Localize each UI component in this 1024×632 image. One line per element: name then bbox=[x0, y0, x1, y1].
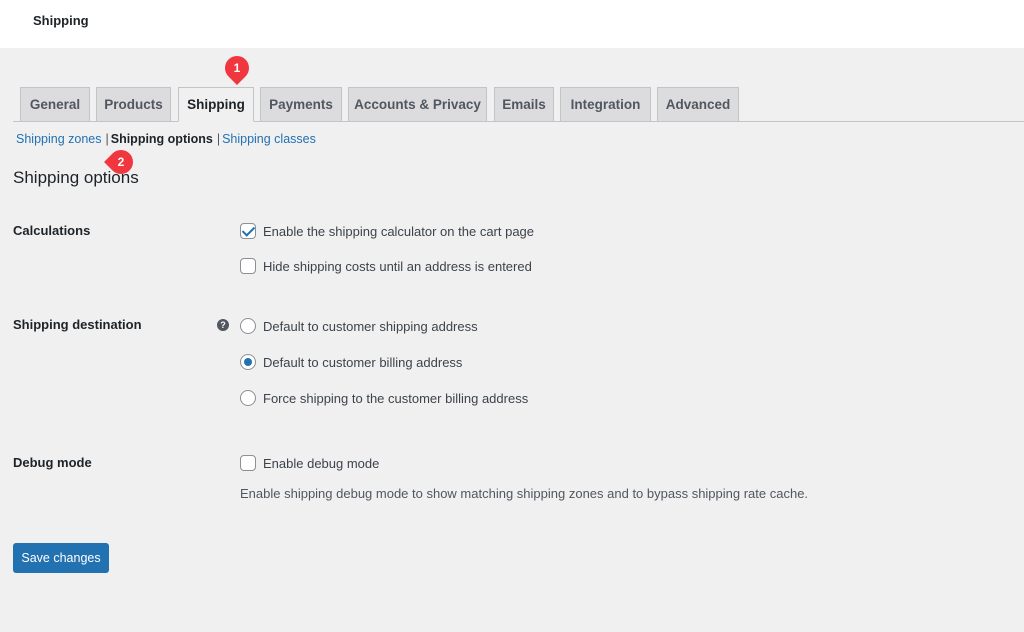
enable-debug-mode-checkbox[interactable]: Enable debug mode bbox=[240, 455, 379, 471]
hide-shipping-costs-checkbox[interactable]: Hide shipping costs until an address is … bbox=[240, 258, 532, 274]
tabs-divider bbox=[13, 121, 1024, 122]
tab-general[interactable]: General bbox=[20, 87, 90, 121]
subnav-shipping-zones[interactable]: Shipping zones bbox=[16, 132, 101, 146]
radio-unselected-icon[interactable] bbox=[240, 390, 256, 406]
header-title: Shipping bbox=[33, 13, 89, 28]
option-label: Default to customer billing address bbox=[263, 354, 463, 370]
save-changes-button[interactable]: Save changes bbox=[13, 543, 109, 573]
subnav-separator: | bbox=[216, 132, 221, 146]
checkbox-unchecked-icon[interactable] bbox=[240, 455, 256, 471]
annotation-number-2: 2 bbox=[117, 155, 125, 169]
tab-advanced[interactable]: Advanced bbox=[657, 87, 739, 121]
radio-selected-icon[interactable] bbox=[240, 354, 256, 370]
shipping-calculator-checkbox[interactable]: Enable the shipping calculator on the ca… bbox=[240, 223, 534, 239]
option-label: Default to customer shipping address bbox=[263, 318, 478, 334]
option-label: Hide shipping costs until an address is … bbox=[263, 258, 532, 274]
calculations-label: Calculations bbox=[13, 223, 91, 238]
subnav-shipping-classes[interactable]: Shipping classes bbox=[222, 132, 316, 146]
subnav-separator: | bbox=[105, 132, 109, 146]
option-label: Enable the shipping calculator on the ca… bbox=[263, 223, 535, 239]
top-header-bar: Shipping bbox=[0, 0, 1024, 48]
checkbox-checked-icon[interactable] bbox=[240, 223, 256, 239]
debug-mode-label: Debug mode bbox=[13, 455, 92, 470]
option-label: Force shipping to the customer billing a… bbox=[263, 390, 529, 406]
shipping-destination-label: Shipping destination bbox=[13, 317, 142, 332]
tab-integration[interactable]: Integration bbox=[560, 87, 651, 121]
tab-shipping[interactable]: Shipping bbox=[178, 87, 254, 122]
debug-mode-description: Enable shipping debug mode to show match… bbox=[240, 486, 809, 501]
subnav-shipping-options[interactable]: Shipping options bbox=[111, 132, 213, 146]
checkbox-unchecked-icon[interactable] bbox=[240, 258, 256, 274]
radio-force-billing-address[interactable]: Force shipping to the customer billing a… bbox=[240, 390, 528, 406]
option-label: Enable debug mode bbox=[263, 455, 380, 471]
tab-accounts-privacy[interactable]: Accounts & Privacy bbox=[348, 87, 487, 121]
radio-default-shipping-address[interactable]: Default to customer shipping address bbox=[240, 318, 478, 334]
help-icon[interactable]: ? bbox=[217, 319, 229, 331]
annotation-number-1: 1 bbox=[233, 61, 241, 75]
radio-unselected-icon[interactable] bbox=[240, 318, 256, 334]
tab-emails[interactable]: Emails bbox=[494, 87, 554, 121]
shipping-subnav: Shipping zones | Shipping options | Shipping… bbox=[16, 132, 316, 146]
radio-default-billing-address[interactable]: Default to customer billing address bbox=[240, 354, 462, 370]
tab-payments[interactable]: Payments bbox=[260, 87, 342, 121]
tab-products[interactable]: Products bbox=[96, 87, 171, 121]
